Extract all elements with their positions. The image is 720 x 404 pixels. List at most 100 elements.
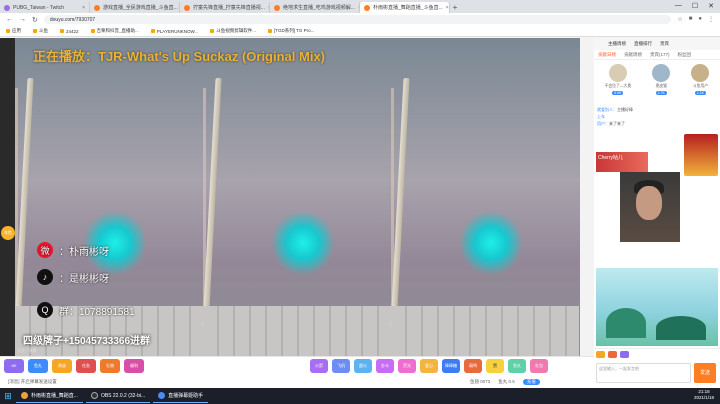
fan-tag: 2.7K — [655, 91, 667, 95]
taskbar-app[interactable]: 朴雨彬直播_舞蹈直... — [16, 389, 83, 403]
system-clock[interactable]: 21:18 2021/1/18 — [694, 389, 714, 401]
douyin-row: ♪ ：是彬彬呀 — [37, 269, 109, 285]
taskbar-app[interactable]: OBS 22.0.2 (32-bi... — [85, 389, 151, 403]
gift-bar-left: 8K 鱼丸 贵族 任务 礼物 福利 — [4, 359, 144, 373]
fan-card[interactable]: 斗鱼用户 1.1K — [691, 64, 710, 102]
minimize-icon[interactable]: — — [675, 2, 682, 10]
close-icon[interactable]: × — [446, 5, 449, 11]
avatar — [608, 64, 627, 82]
window-controls: — ☐ ✕ — [669, 0, 720, 12]
gift-item[interactable]: 超火 — [354, 359, 372, 373]
gift-bar-item[interactable]: 贵族 — [52, 359, 72, 373]
forward-icon[interactable]: → — [19, 16, 26, 23]
star-icon[interactable]: ☆ — [677, 16, 682, 23]
fan-name: 斗鱼用户 — [692, 84, 709, 88]
fan-tag: 9.9K — [612, 91, 624, 95]
windows-start-icon[interactable]: ⊞ — [0, 388, 16, 404]
sidebar-link[interactable]: 贵宾 — [660, 41, 669, 47]
gift-item[interactable]: 赞 — [486, 359, 504, 373]
chat-text: ：来了来了 — [605, 121, 625, 126]
gift-bar-item[interactable]: 礼物 — [100, 359, 120, 373]
extension-icon[interactable]: ■ — [689, 16, 693, 23]
chat-input-area: 这里输入，一起发言吧 发送 — [594, 348, 720, 388]
sidebar-link[interactable]: 主播周榜 — [608, 41, 626, 47]
taskbar-app[interactable]: 直播弹幕姬助手 — [153, 389, 209, 403]
gift-item[interactable]: 办卡 — [376, 359, 394, 373]
bookmark-item[interactable]: 24422 — [60, 29, 79, 34]
chat-user[interactable]: 上车 — [597, 114, 605, 119]
sidebar-ad-banner[interactable] — [596, 268, 718, 346]
douyin-icon: ♪ — [37, 269, 53, 285]
gift-bar-item[interactable]: 鱼丸 — [28, 359, 48, 373]
menu-icon[interactable]: ⋮ — [708, 16, 714, 23]
gift-item[interactable]: 火箭 — [310, 359, 328, 373]
bookmark-item[interactable]: 斗鱼视频剪辑软件... — [210, 28, 256, 34]
url-input[interactable]: douyu.com/7930707 — [43, 15, 672, 24]
emoji-icon[interactable] — [596, 351, 605, 358]
gift-item[interactable]: 爱心 — [420, 359, 438, 373]
tab-label: 绝地求生直播_吃鸡游戏视频解... — [283, 5, 355, 11]
gift-bar-item[interactable]: 任务 — [76, 359, 96, 373]
tab-label: 朴雨彬直播_舞蹈直播_斗鱼直... — [373, 5, 443, 11]
fish-balance-text: 鱼丸 0.5 — [498, 379, 515, 384]
gift-item[interactable]: 礼包 — [530, 359, 548, 373]
browser-tab-active[interactable]: 朴雨彬直播_舞蹈直播_斗鱼直... × — [360, 2, 450, 13]
avatar — [691, 64, 710, 82]
maximize-icon[interactable]: ☐ — [692, 2, 698, 10]
profile-icon[interactable]: ● — [698, 16, 702, 23]
browser-tab[interactable]: 游戏直播_全民游戏直播_斗鱼直...× — [90, 2, 180, 13]
recharge-button[interactable]: 充值 — [522, 379, 540, 385]
streamer-webcam — [620, 172, 680, 242]
emoji-icon[interactable] — [608, 351, 617, 358]
fan-name: 不会拉了—大奥 — [604, 84, 632, 88]
video-player[interactable]: 正在播放：TJR-What's Up Suckaz (Original Mix)… — [15, 38, 580, 356]
gift-item[interactable]: 棒棒糖 — [442, 359, 460, 373]
tab-vip[interactable]: 贵宾(177) — [650, 52, 670, 58]
bookmark-item[interactable]: 斗鱼 — [33, 28, 48, 34]
back-icon[interactable]: ← — [6, 16, 13, 23]
gift-item[interactable]: 鱼丸 — [508, 359, 526, 373]
sidebar-link[interactable]: 直播排行 — [634, 41, 652, 47]
emoji-icon[interactable] — [620, 351, 629, 358]
fan-card[interactable]: 黑皮猫 2.7K — [652, 64, 671, 102]
browser-tab[interactable]: PUBG_Taiwan - Twitch × — [0, 2, 90, 13]
toolbar-icons: ☆ ■ ● ⋮ — [677, 16, 714, 23]
tab-daily-rank[interactable]: 贡献日榜 — [598, 52, 616, 58]
weibo-row: 微 ：朴雨彬呀 — [37, 242, 109, 258]
cherry-banner[interactable]: Cherry咕儿 — [596, 152, 648, 172]
gift-item[interactable]: 荧光 — [398, 359, 416, 373]
promo-banner[interactable] — [684, 134, 718, 176]
balance-text: 鱼翅 0073 — [470, 379, 491, 384]
twitch-icon — [4, 4, 10, 11]
clock-date: 2021/1/18 — [693, 395, 714, 400]
browser-tab[interactable]: 拧童先锋直播_拧童先锋直播视...× — [180, 2, 270, 13]
browser-tab-strip: PUBG_Taiwan - Twitch × 游戏直播_全民游戏直播_斗鱼直...… — [0, 0, 720, 13]
bookmark-item[interactable]: 吉栗和抖音_直播助... — [91, 28, 139, 34]
bookmark-item[interactable]: [TGD系列] TG Pro... — [268, 28, 314, 34]
bookmark-item[interactable]: PLAYERUNKNOW... — [151, 29, 198, 34]
send-button[interactable]: 发送 — [694, 363, 716, 383]
danmu-status: 关注 · 弹幕 — [17, 348, 37, 353]
reload-icon[interactable]: ↻ — [32, 16, 38, 24]
browser-tab[interactable]: 绝地求生直播_吃鸡游戏视频解...× — [270, 2, 360, 13]
chat-message: 上车 — [597, 113, 717, 120]
gift-bar-item[interactable]: 8K — [4, 359, 24, 373]
gift-item[interactable]: 飞机 — [332, 359, 350, 373]
tab-weekly-rank[interactable]: 贡献周榜 — [624, 52, 642, 58]
balance-area: 鱼翅 0073 鱼丸 0.5 充值 — [470, 379, 540, 385]
gift-bar-item[interactable]: 福利 — [124, 359, 144, 373]
chat-user[interactable]: 就爱别人： — [597, 107, 617, 112]
close-icon[interactable]: × — [82, 5, 85, 11]
chat-user[interactable]: 用户 — [597, 121, 605, 126]
fan-card[interactable]: 不会拉了—大奥 9.9K — [604, 64, 632, 102]
tab-fans[interactable]: 粉丝团 — [678, 52, 692, 58]
tab-label: 游戏直播_全民游戏直播_斗鱼直... — [103, 5, 178, 11]
chat-input[interactable]: 这里输入，一起发言吧 — [596, 363, 691, 383]
new-tab-button[interactable]: + — [450, 2, 460, 13]
taskbar: ⊞ 朴雨彬直播_舞蹈直... OBS 22.0.2 (32-bi... 直播弹幕… — [0, 388, 720, 404]
close-window-icon[interactable]: ✕ — [708, 2, 714, 10]
video-panel — [202, 38, 391, 356]
side-badge[interactable]: 车险 — [1, 226, 15, 240]
gift-item[interactable]: 弱鸡 — [464, 359, 482, 373]
bookmark-item[interactable]: 应用 — [6, 28, 21, 34]
